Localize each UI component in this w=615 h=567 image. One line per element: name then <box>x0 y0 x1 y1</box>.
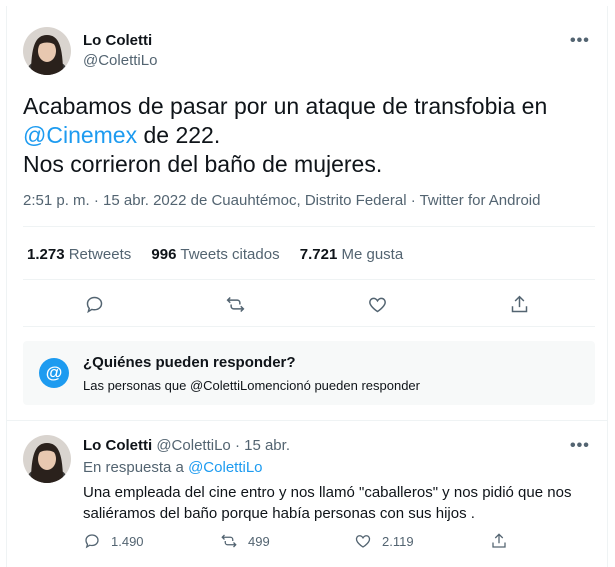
tweet-stats: 1.273 Retweets 996 Tweets citados 7.721 … <box>27 246 419 263</box>
quotes-stat[interactable]: 996 Tweets citados <box>151 246 279 263</box>
mention-link[interactable]: @ColettiLo <box>188 459 262 476</box>
share-icon[interactable] <box>507 292 531 316</box>
likes-count: 2.119 <box>382 533 414 549</box>
reply-text: Una empleada del cine entro y nos llamó … <box>83 484 572 522</box>
in-reply-to: En respuesta a @ColettiLo <box>83 459 263 476</box>
retweets-label: Retweets <box>68 246 132 263</box>
author-name[interactable]: Lo Coletti <box>83 32 152 49</box>
author-handle[interactable]: @ColettiLo <box>83 52 157 69</box>
reply-icon <box>85 534 99 549</box>
retweet-icon[interactable] <box>223 292 247 316</box>
tweet-meta[interactable]: 2:51 p. m. · 15 abr. 2022 de Cuauhtémoc,… <box>23 192 541 209</box>
likes-label: Me gusta <box>341 246 404 263</box>
likes-count: 7.721 <box>299 246 338 263</box>
replies-count: 1.490 <box>111 533 144 549</box>
like-icon <box>355 535 371 548</box>
reply-header: Lo Coletti @ColettiLo · 15 abr. <box>83 437 290 454</box>
who-can-reply-subtitle: Las personas que @ColettiLomencionó pued… <box>83 378 420 393</box>
reply-icon[interactable] <box>82 292 106 316</box>
more-options-icon[interactable]: ••• <box>570 437 590 455</box>
divider <box>23 226 595 227</box>
retweets-count: 499 <box>248 533 270 549</box>
like-action[interactable]: 2.119 <box>354 532 414 550</box>
tweet-text-line: @Cinemex de 222. <box>23 121 593 150</box>
avatar[interactable] <box>23 27 71 75</box>
tweet-text-line: Acabamos de pasar por un ataque de trans… <box>23 93 548 119</box>
mention-icon: @ <box>39 358 69 388</box>
who-can-reply-title: ¿Quiénes pueden responder? <box>83 354 296 371</box>
share-icon <box>492 533 506 548</box>
retweet-icon <box>221 534 237 548</box>
tweet-separator <box>6 420 608 421</box>
more-options-icon[interactable]: ••• <box>570 32 590 50</box>
retweet-action[interactable]: 499 <box>220 532 270 550</box>
reply-date[interactable]: 15 abr. <box>244 437 290 454</box>
mention-link[interactable]: @Cinemex <box>23 122 137 148</box>
in-reply-prefix: En respuesta a <box>83 459 189 476</box>
like-icon[interactable] <box>365 292 389 316</box>
quotes-label: Tweets citados <box>180 246 280 263</box>
reply-author-handle[interactable]: @ColettiLo <box>156 437 230 454</box>
separator-dot: · <box>234 437 240 454</box>
who-can-reply-card: @ ¿Quiénes pueden responder? Las persona… <box>23 341 595 405</box>
retweets-count: 1.273 <box>27 246 65 263</box>
quotes-count: 996 <box>151 246 177 263</box>
reply-action[interactable]: 1.490 <box>83 532 144 550</box>
retweets-stat[interactable]: 1.273 Retweets <box>27 246 131 263</box>
reply-author-name[interactable]: Lo Coletti <box>83 437 152 454</box>
tweet-text-line: Nos corrieron del baño de mujeres. <box>23 151 383 177</box>
avatar[interactable] <box>23 435 71 483</box>
tweet-text: Acabamos de pasar por un ataque de trans… <box>23 92 593 179</box>
tweet-text-fragment: de 222. <box>137 122 221 148</box>
likes-stat[interactable]: 7.721 Me gusta <box>300 246 403 263</box>
divider <box>23 279 595 280</box>
share-action[interactable] <box>490 532 518 550</box>
divider <box>23 326 595 327</box>
